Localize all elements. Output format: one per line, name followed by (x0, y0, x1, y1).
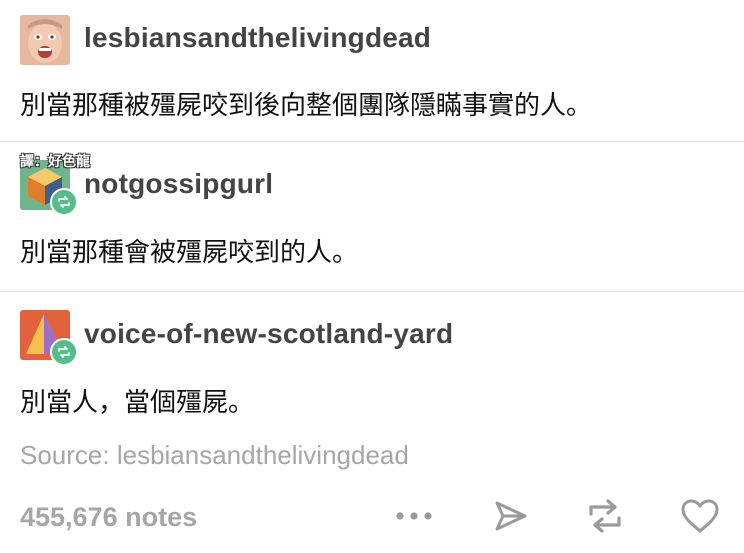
like-icon[interactable] (678, 494, 722, 538)
post-text: 別當那種會被殭屍咬到的人。 (20, 238, 359, 268)
source-link[interactable]: Source: lesbiansandthelivingdead (20, 440, 409, 471)
post-text: 別當那種被殭屍咬到後向整個團隊隱瞞事實的人。 (20, 91, 593, 121)
reblog-badge-icon (50, 338, 78, 366)
reblog-icon[interactable] (583, 494, 627, 538)
divider (0, 141, 744, 142)
divider (0, 291, 744, 292)
more-icon[interactable] (392, 494, 436, 538)
reblog-badge-icon (50, 188, 78, 216)
post-username[interactable]: lesbiansandthelivingdead (84, 22, 431, 54)
share-icon[interactable] (489, 494, 533, 538)
avatar-voice-of-new-scotland-yard[interactable] (20, 310, 78, 366)
avatar-image (20, 15, 70, 65)
post-username[interactable]: voice-of-new-scotland-yard (84, 318, 453, 350)
avatar-lesbiansandthelivingdead[interactable] (20, 15, 70, 65)
post-text: 別當人，當個殭屍。 (20, 388, 255, 418)
notes-count[interactable]: 455,676 notes (20, 502, 197, 533)
post-username[interactable]: notgossipgurl (84, 168, 273, 200)
translator-credit: 譯：好色龍 (20, 154, 90, 170)
